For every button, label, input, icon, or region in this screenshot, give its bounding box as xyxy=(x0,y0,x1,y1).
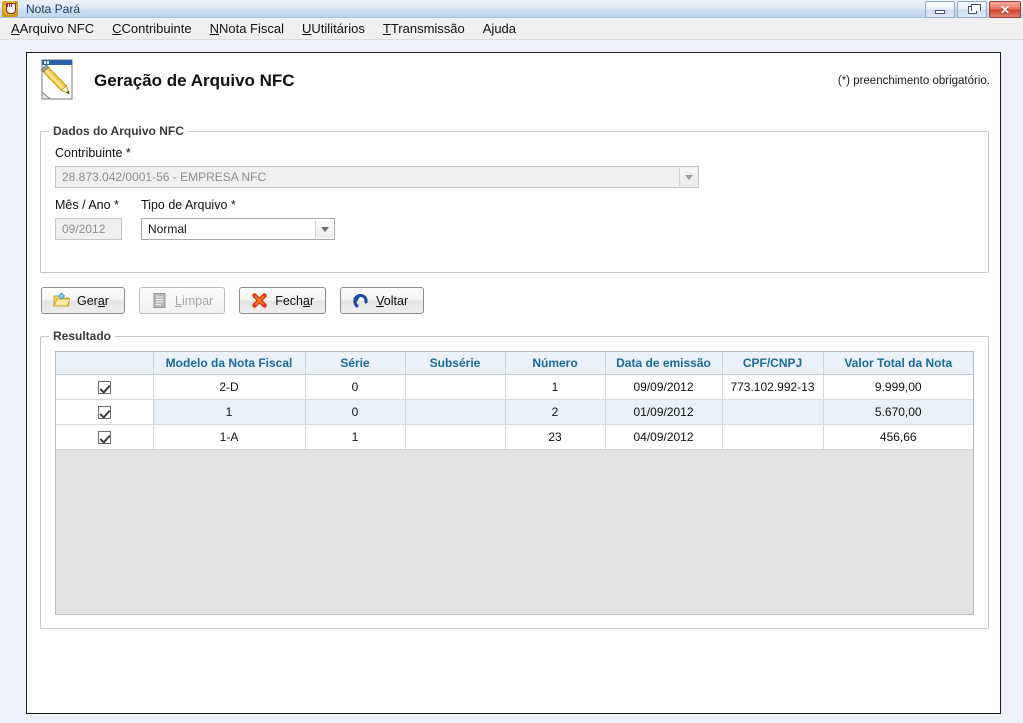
cell-data-emissao: 04/09/2012 xyxy=(605,424,723,450)
menu-contribuinte[interactable]: CContribuinte xyxy=(103,19,201,38)
mes-ano-input[interactable]: 09/2012 xyxy=(55,218,122,240)
menu-contribuinte-label: Contribuinte xyxy=(121,21,192,36)
window-controls: ✕ xyxy=(925,1,1021,18)
column-header-serie[interactable]: Série xyxy=(305,352,406,375)
row-checkbox[interactable] xyxy=(97,380,111,394)
window-titlebar: Nota Pará ✕ xyxy=(0,0,1023,18)
menu-nota-fiscal-label: Nota Fiscal xyxy=(218,21,285,36)
menu-nota-fiscal[interactable]: NNota Fiscal xyxy=(201,19,293,38)
cell-numero: 1 xyxy=(505,374,606,400)
cell-modelo: 1-A xyxy=(153,424,306,450)
cell-serie: 0 xyxy=(305,399,406,425)
voltar-button-label: Voltar xyxy=(376,293,409,308)
cell-serie: 0 xyxy=(305,374,406,400)
table-header-row: Modelo da Nota Fiscal Série Subsérie Núm… xyxy=(56,352,973,375)
mes-ano-label: Mês / Ano * xyxy=(55,198,119,212)
contribuinte-select[interactable]: 28.873.042/0001-56 - EMPRESA NFC xyxy=(55,166,699,188)
cell-subserie xyxy=(405,374,506,400)
contribuinte-value: 28.873.042/0001-56 - EMPRESA NFC xyxy=(62,169,267,184)
resultado-fieldset: Resultado Modelo da Nota Fiscal Série Su… xyxy=(40,329,989,629)
column-header-data-emissao[interactable]: Data de emissão xyxy=(605,352,723,375)
resultado-table: Modelo da Nota Fiscal Série Subsérie Núm… xyxy=(56,352,973,450)
menu-transmissao[interactable]: TTransmissão xyxy=(374,19,474,38)
limpar-button[interactable]: Limpar xyxy=(139,287,226,314)
action-button-row: Gerar Limpar Fechar Voltar xyxy=(41,287,425,314)
undo-arrow-icon xyxy=(352,292,369,309)
cell-modelo: 1 xyxy=(153,399,306,425)
main-panel: Geração de Arquivo NFC (*) preenchimento… xyxy=(26,52,1001,714)
tipo-arquivo-chevron-down-icon[interactable] xyxy=(315,220,333,238)
cell-valor-total: 9.999,00 xyxy=(823,374,973,400)
tipo-arquivo-label: Tipo de Arquivo * xyxy=(141,198,236,212)
coat-of-arms-icon xyxy=(2,0,18,17)
row-checkbox[interactable] xyxy=(97,405,111,419)
menubar: AArquivo NFC CContribuinte NNota Fiscal … xyxy=(0,18,1023,40)
contribuinte-chevron-down-icon[interactable] xyxy=(679,168,697,186)
document-lines-icon xyxy=(151,292,168,309)
row-checkbox-cell[interactable] xyxy=(56,399,154,425)
red-x-icon xyxy=(251,292,268,309)
column-header-subserie[interactable]: Subsérie xyxy=(405,352,506,375)
menu-arquivo-nfc[interactable]: AArquivo NFC xyxy=(2,19,103,38)
restore-button[interactable] xyxy=(957,1,987,18)
gerar-button[interactable]: Gerar xyxy=(41,287,125,314)
contribuinte-label: Contribuinte * xyxy=(55,146,131,160)
limpar-button-label: Limpar xyxy=(175,293,214,308)
row-checkbox-cell[interactable] xyxy=(56,424,154,450)
menu-ajuda[interactable]: Ajuda xyxy=(474,19,525,38)
fechar-button-label: Fechar xyxy=(275,293,315,308)
column-header-cpf-cnpj[interactable]: CPF/CNPJ xyxy=(722,352,824,375)
page-header: Geração de Arquivo NFC (*) preenchimento… xyxy=(27,53,1000,109)
resultado-legend: Resultado xyxy=(49,329,116,343)
column-header-select[interactable] xyxy=(56,352,154,375)
table-row[interactable]: 1 0 2 01/09/2012 5.670,00 xyxy=(56,399,973,425)
cell-numero: 23 xyxy=(505,424,606,450)
menu-ajuda-label: Ajuda xyxy=(482,21,517,36)
minimize-button[interactable] xyxy=(925,1,955,18)
column-header-valor-total[interactable]: Valor Total da Nota xyxy=(823,352,973,375)
table-row[interactable]: 1-A 1 23 04/09/2012 456,66 xyxy=(56,424,973,450)
cell-cpf-cnpj: 773.102.992-13 xyxy=(722,374,824,400)
menu-arquivo-nfc-label: Arquivo NFC xyxy=(19,21,95,36)
gerar-button-label: Gerar xyxy=(77,293,109,308)
tipo-arquivo-value: Normal xyxy=(148,221,187,236)
required-note: (*) preenchimento obrigatório. xyxy=(837,75,990,87)
minimize-icon xyxy=(935,10,945,14)
restore-icon xyxy=(967,3,981,14)
table-row[interactable]: 2-D 0 1 09/09/2012 773.102.992-13 9.999,… xyxy=(56,374,973,400)
row-checkbox[interactable] xyxy=(97,430,111,444)
dados-arquivo-fieldset: Dados do Arquivo NFC Contribuinte * 28.8… xyxy=(40,124,989,273)
column-header-modelo[interactable]: Modelo da Nota Fiscal xyxy=(153,352,306,375)
menu-utilitarios[interactable]: UUtilitários xyxy=(293,19,374,38)
tipo-arquivo-select[interactable]: Normal xyxy=(141,218,335,240)
cell-serie: 1 xyxy=(305,424,406,450)
cell-data-emissao: 09/09/2012 xyxy=(605,374,723,400)
pencil-document-icon xyxy=(38,58,80,104)
open-folder-icon xyxy=(53,292,71,309)
cell-numero: 2 xyxy=(505,399,606,425)
cell-cpf-cnpj xyxy=(722,424,824,450)
menu-utilitarios-label: Utilitários xyxy=(311,21,365,36)
cell-subserie xyxy=(405,399,506,425)
cell-data-emissao: 01/09/2012 xyxy=(605,399,723,425)
menu-transmissao-label: Transmissão xyxy=(390,21,465,36)
resultado-grid[interactable]: Modelo da Nota Fiscal Série Subsérie Núm… xyxy=(55,351,974,615)
cell-subserie xyxy=(405,424,506,450)
cell-valor-total: 456,66 xyxy=(823,424,973,450)
dados-arquivo-legend: Dados do Arquivo NFC xyxy=(49,124,188,138)
cell-modelo: 2-D xyxy=(153,374,306,400)
cell-cpf-cnpj xyxy=(722,399,824,425)
column-header-numero[interactable]: Número xyxy=(505,352,606,375)
page-title: Geração de Arquivo NFC xyxy=(94,71,295,90)
fechar-button[interactable]: Fechar xyxy=(239,287,327,314)
cell-valor-total: 5.670,00 xyxy=(823,399,973,425)
window-title: Nota Pará xyxy=(26,1,81,16)
close-icon: ✕ xyxy=(999,2,1011,17)
row-checkbox-cell[interactable] xyxy=(56,374,154,400)
voltar-button[interactable]: Voltar xyxy=(340,287,425,314)
close-button[interactable]: ✕ xyxy=(989,1,1021,18)
